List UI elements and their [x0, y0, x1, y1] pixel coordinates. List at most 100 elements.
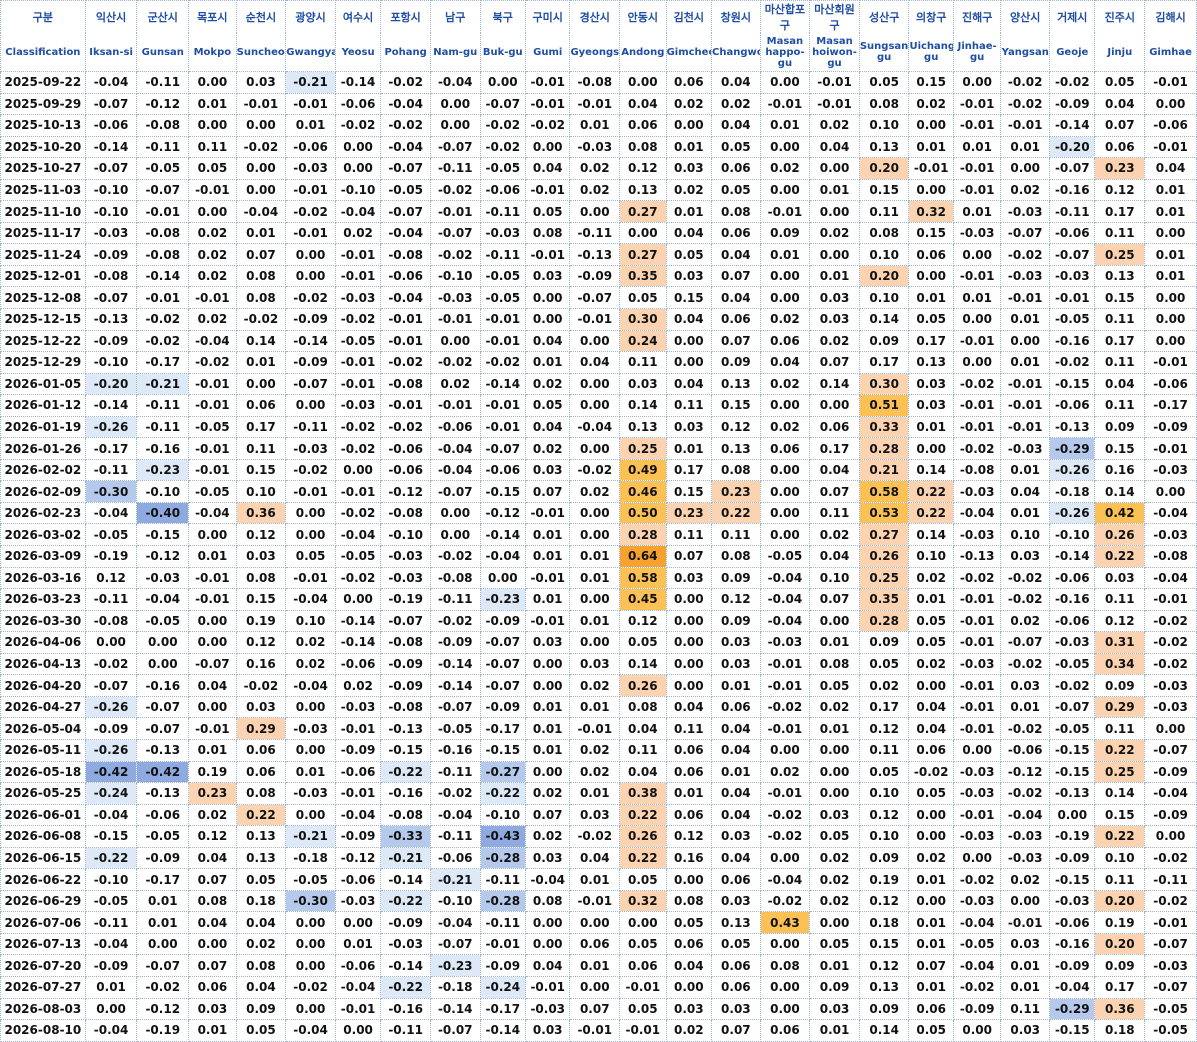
value-cell: 0.04	[809, 135, 860, 159]
column-header-en: Gyeongsan	[569, 33, 621, 72]
value-cell: 0.02	[665, 92, 713, 116]
value-cell: 0.00	[665, 588, 713, 611]
value-cell: 0.08	[188, 889, 237, 913]
value-cell: -0.15	[1049, 738, 1096, 762]
value-cell: -0.14	[334, 71, 382, 94]
value-cell: -0.04	[285, 588, 336, 611]
value-cell: -0.02	[84, 652, 138, 676]
value-cell: 0.20	[1094, 932, 1146, 956]
value-cell: 0.07	[569, 997, 621, 1021]
table-row: 2026-05-04 -0.09 -0.07 -0.01 0.29 -0.03 -0.01-…	[0, 717, 1197, 740]
value-cell: 0.00	[525, 308, 571, 331]
value-cell: 0.02	[665, 178, 713, 202]
value-cell: 0.04	[525, 157, 571, 180]
value-cell: 0.13	[858, 975, 910, 999]
value-cell: 0.01	[334, 932, 382, 956]
value-cell: 0.14	[1094, 782, 1146, 805]
value-cell: -0.03	[380, 545, 431, 568]
value-cell: 0.00	[759, 458, 811, 482]
value-cell: -0.01	[569, 889, 621, 913]
table-row: 2025-12-01 -0.08 -0.14 0.02 0.08 0.00 -0.01 -0.…	[0, 264, 1197, 288]
value-cell: -0.04	[188, 329, 237, 353]
value-cell: -0.21	[285, 71, 336, 94]
value-cell: -0.02	[569, 458, 621, 482]
value-cell: -0.05	[479, 286, 527, 310]
value-cell: 0.01	[569, 695, 621, 719]
value-cell: -0.10	[84, 200, 138, 223]
value-cell: 0.00	[334, 135, 382, 159]
value-cell: 0.00	[759, 975, 811, 999]
row-date: 2026-06-29	[0, 889, 86, 913]
value-cell: 0.05	[619, 997, 667, 1021]
value-cell: -0.10	[84, 351, 138, 374]
value-cell: -0.01	[1000, 114, 1051, 137]
value-cell: 0.00	[285, 997, 336, 1021]
value-cell: 0.08	[665, 889, 713, 913]
value-cell: -0.08	[136, 221, 190, 245]
value-cell: -0.01	[525, 501, 571, 525]
value-cell: 0.06	[665, 738, 713, 762]
value-cell: -0.29	[1049, 997, 1096, 1021]
table-row: 2026-02-09 -0.30 -0.10 -0.05 0.10 -0.01 -0.01-…	[0, 480, 1197, 503]
row-date: 2026-04-13	[0, 652, 86, 676]
value-cell: 0.07	[809, 588, 860, 611]
value-cell: -0.09	[1049, 92, 1096, 116]
value-cell: 0.09	[235, 997, 287, 1021]
value-cell: -0.02	[285, 286, 336, 310]
value-cell: -0.04	[952, 911, 1002, 934]
value-cell: 0.03	[1000, 674, 1051, 697]
value-cell: 0.08	[619, 695, 667, 719]
value-cell: -0.07	[136, 178, 190, 202]
column-header-en: Nam-gu	[429, 33, 481, 72]
value-cell: -0.04	[380, 221, 431, 245]
value-cell: -0.09	[479, 695, 527, 719]
value-cell: -0.03	[429, 286, 481, 310]
value-cell: 0.00	[759, 178, 811, 202]
row-date: 2026-05-11	[0, 738, 86, 762]
value-cell: 0.01	[569, 609, 621, 633]
value-cell: 0.02	[569, 738, 621, 762]
column-header-ko: 김천시	[665, 0, 713, 33]
column-header-ko: 경산시	[569, 0, 621, 33]
value-cell: 0.36	[1094, 997, 1146, 1021]
value-cell: 0.12	[619, 157, 667, 180]
value-cell: -0.07	[429, 1019, 481, 1042]
table-row: 2026-06-08 -0.15 -0.05 0.12 0.13 -0.21 -0.09 -0…	[0, 825, 1197, 848]
value-cell: -0.15	[1049, 1019, 1096, 1042]
value-cell: 0.12	[235, 631, 287, 654]
value-cell: 0.05	[711, 135, 761, 159]
value-cell: -0.15	[479, 480, 527, 503]
value-cell: 0.14	[619, 652, 667, 676]
value-cell: -0.01	[380, 329, 431, 353]
value-cell: 0.58	[858, 480, 910, 503]
value-cell: 0.12	[858, 954, 910, 977]
value-cell: -0.03	[1000, 846, 1051, 870]
value-cell: -0.01	[952, 157, 1002, 180]
value-cell: 0.43	[759, 911, 811, 934]
value-cell: -0.22	[479, 782, 527, 805]
value-cell: 0.08	[235, 566, 287, 590]
value-cell: 0.22	[235, 803, 287, 827]
value-cell: 0.00	[429, 523, 481, 547]
value-cell: 0.08	[858, 221, 910, 245]
value-cell: 0.03	[711, 652, 761, 676]
value-cell: -0.02	[569, 825, 621, 848]
value-cell: 0.11	[858, 200, 910, 223]
value-cell: -0.01	[759, 674, 811, 697]
value-cell: 0.02	[334, 674, 382, 697]
value-cell: -0.02	[380, 114, 431, 137]
value-cell: 0.00	[665, 868, 713, 891]
value-cell: 0.09	[711, 351, 761, 374]
value-cell: -0.13	[136, 738, 190, 762]
value-cell: 0.00	[285, 394, 336, 417]
value-cell: -0.22	[380, 760, 431, 784]
value-cell: -0.28	[479, 846, 527, 870]
column-header-ko: 북구	[479, 0, 527, 33]
value-cell: 0.02	[711, 92, 761, 116]
value-cell: -0.01	[188, 458, 237, 482]
value-cell: -0.20	[84, 372, 138, 396]
row-date: 2026-07-20	[0, 954, 86, 977]
value-cell: 0.02	[809, 523, 860, 547]
value-cell: 0.00	[809, 760, 860, 784]
value-cell: -0.23	[479, 588, 527, 611]
